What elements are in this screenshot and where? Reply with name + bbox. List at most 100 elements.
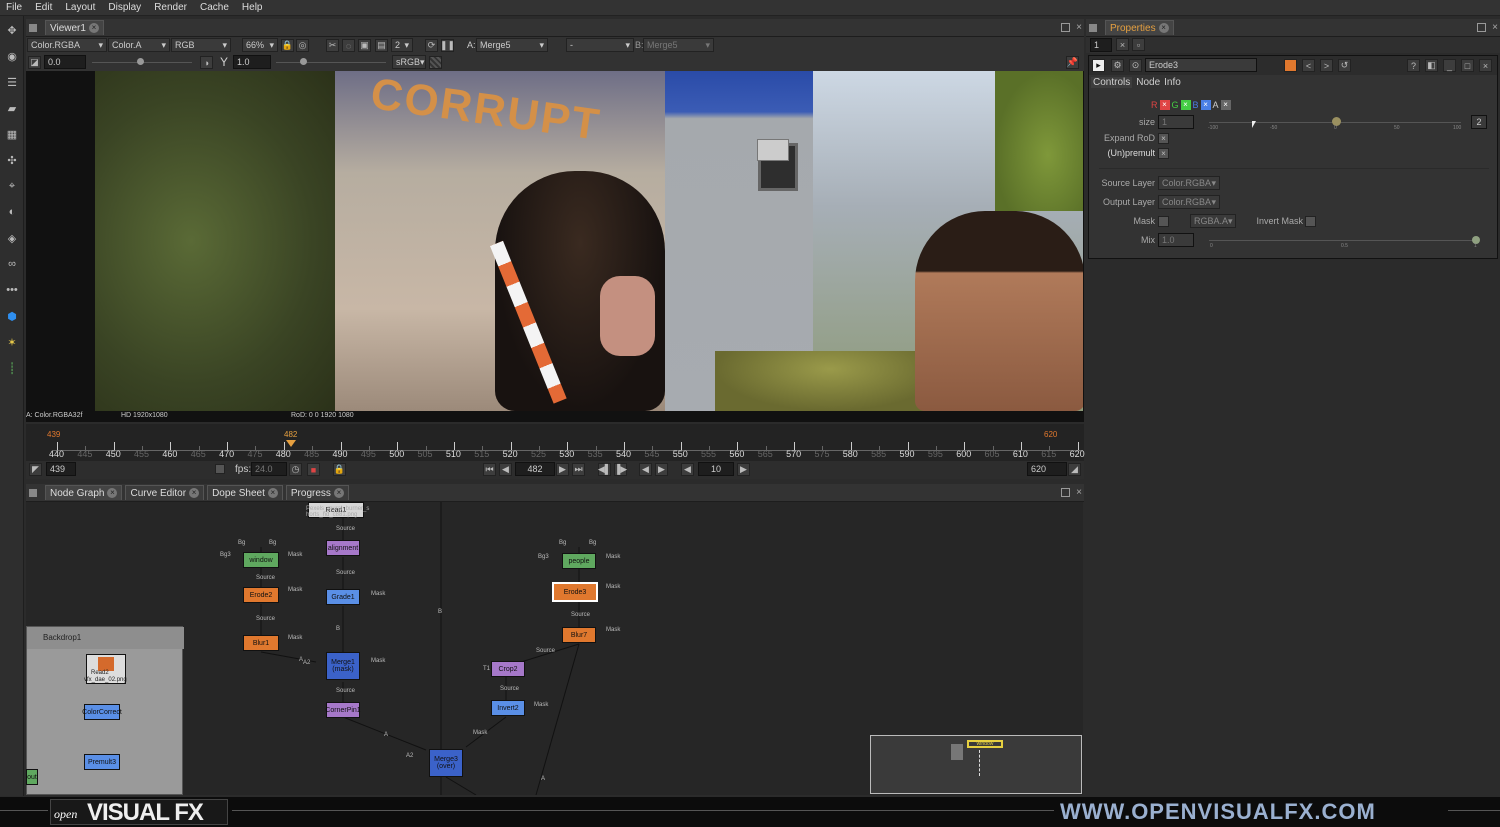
channel-b-checkbox[interactable]: × — [1200, 100, 1211, 110]
tab-progress[interactable]: Progress × — [285, 485, 349, 500]
proxy-dropdown[interactable]: 2 ▾ — [391, 38, 413, 52]
menu-help[interactable]: Help — [242, 2, 263, 13]
revert-icon[interactable]: ↺ — [1338, 59, 1351, 72]
time-nodes-icon[interactable]: ▰ — [4, 100, 20, 116]
source-layer-dropdown[interactable]: Color.RGBA ▾ — [1158, 176, 1220, 190]
pointer-tool-icon[interactable]: ✥ — [4, 22, 20, 38]
keyer-nodes-icon[interactable]: ◐ — [4, 204, 20, 220]
views-nodes-icon[interactable]: ••• — [4, 282, 20, 298]
other-nodes-icon[interactable]: ┊ — [4, 360, 20, 376]
panel-menu-icon[interactable] — [1089, 23, 1097, 32]
next-frame-icon[interactable]: ▶ — [655, 463, 668, 476]
node-premult[interactable]: Premult3 — [84, 754, 120, 770]
merge-nodes-icon[interactable]: ◈ — [4, 230, 20, 246]
node-graph-minimap[interactable]: window — [870, 735, 1082, 794]
redo-icon[interactable]: > — [1320, 59, 1333, 72]
node-crop2[interactable]: Crop2 — [491, 661, 525, 677]
close-panel-icon[interactable]: × — [1076, 487, 1082, 498]
play-backward-icon[interactable]: ◀ — [499, 463, 512, 476]
node-color-swatch[interactable] — [1284, 59, 1297, 72]
channel-g-checkbox[interactable]: × — [1180, 100, 1191, 110]
pause-icon[interactable]: ❚❚ — [440, 39, 455, 52]
float-panel-icon[interactable] — [1061, 23, 1070, 32]
menu-display[interactable]: Display — [108, 2, 141, 13]
subtab-info[interactable]: Info — [1164, 77, 1181, 88]
node-merge-mask[interactable]: Merge1 (mask) — [326, 652, 360, 680]
node-invert2[interactable]: Invert2 — [491, 700, 525, 716]
node-erode3[interactable]: Erode3 — [552, 582, 598, 602]
tab-viewer1[interactable]: Viewer1 × — [45, 20, 104, 35]
menu-file[interactable]: File — [6, 2, 22, 13]
gamma-field[interactable]: 1.0 — [233, 55, 271, 69]
float-panel-icon[interactable] — [1477, 23, 1486, 32]
panel-menu-icon[interactable] — [29, 488, 37, 497]
mask-checkbox[interactable] — [1158, 216, 1169, 227]
output-layer-dropdown[interactable]: Color.RGBA ▾ — [1158, 195, 1220, 209]
zoom-dropdown[interactable]: 66% ▾ — [242, 38, 278, 52]
roi-icon[interactable]: ◎ — [296, 39, 309, 52]
guides-icon[interactable]: ▣ — [358, 39, 371, 52]
in-point-icon[interactable]: ◤ — [29, 463, 42, 476]
alpha-channel-dropdown[interactable]: Color.A ▾ — [108, 38, 170, 52]
max-panels-field[interactable]: 1 — [1090, 38, 1112, 52]
fps-field[interactable]: 24.0 — [251, 462, 287, 476]
node-blur7[interactable]: Blur7 — [562, 627, 596, 643]
channels-layer-dropdown[interactable]: Color.RGBA ▾ — [27, 38, 107, 52]
clipping-icon[interactable]: ✂ — [326, 39, 339, 52]
node-window[interactable]: window — [243, 552, 279, 568]
current-frame-field[interactable]: 482 — [515, 462, 555, 476]
lock-icon[interactable]: 🔒 — [281, 39, 294, 52]
realtime-icon[interactable]: ◷ — [289, 463, 302, 476]
next-keyframe-icon[interactable]: ▐▶ — [614, 463, 627, 476]
close-icon[interactable]: × — [189, 488, 200, 498]
tab-dope-sheet[interactable]: Dope Sheet × — [207, 485, 283, 500]
cache-icon[interactable]: ■ — [307, 463, 320, 476]
display-mode-dropdown[interactable]: RGB ▾ — [171, 38, 231, 52]
filter-nodes-icon[interactable]: ⌖ — [4, 178, 20, 194]
node-alignment[interactable]: alignment — [326, 540, 360, 556]
out-frame-field[interactable]: 620 — [1027, 462, 1067, 476]
size-field[interactable]: 1 — [1158, 115, 1194, 129]
draw-nodes-icon[interactable]: ☰ — [4, 74, 20, 90]
image-nodes-icon[interactable]: ◉ — [4, 48, 20, 64]
first-frame-icon[interactable]: ⏮ — [483, 463, 496, 476]
close-icon[interactable]: × — [1158, 23, 1169, 33]
proxy-icon[interactable]: ▤ — [375, 39, 388, 52]
refresh-icon[interactable]: ⟳ — [425, 39, 438, 52]
maximize-icon[interactable]: □ — [1461, 59, 1474, 72]
lock-range-icon[interactable]: 🔒 — [333, 463, 346, 476]
step-forward-icon[interactable]: ▶ — [737, 463, 750, 476]
undo-icon[interactable]: < — [1302, 59, 1315, 72]
preset-icon[interactable]: ◧ — [1425, 59, 1438, 72]
node-grade1[interactable]: Grade1 — [326, 589, 360, 605]
node-erode2[interactable]: Erode2 — [243, 587, 279, 603]
node-name-field[interactable]: Erode3 — [1145, 58, 1257, 72]
close-icon[interactable]: × — [107, 488, 118, 498]
in-frame-field[interactable]: 439 — [46, 462, 76, 476]
mix-field[interactable]: 1.0 — [1158, 233, 1194, 247]
close-icon[interactable]: × — [333, 488, 344, 498]
minimap-viewport[interactable]: window — [967, 740, 1003, 748]
timeline[interactable]: 440 445 450 455 460 465 470 475 480 485 490 495 500 5… — [26, 424, 1085, 461]
tab-curve-editor[interactable]: Curve Editor × — [125, 485, 205, 500]
close-panel-icon[interactable]: × — [1076, 22, 1082, 33]
node-merge3[interactable]: Merge3 (over) — [429, 749, 463, 777]
gain-slider-handle[interactable] — [137, 58, 144, 65]
mask-channel-dropdown[interactable]: RGBA.A ▾ — [1190, 214, 1236, 228]
render-icon[interactable]: ◌ — [342, 39, 355, 52]
increment-field[interactable]: 10 — [698, 462, 734, 476]
playhead-icon[interactable] — [286, 440, 296, 447]
menu-edit[interactable]: Edit — [35, 2, 52, 13]
menu-render[interactable]: Render — [154, 2, 187, 13]
channel-r-checkbox[interactable]: × — [1159, 100, 1170, 110]
expand-rod-checkbox[interactable]: × — [1158, 133, 1169, 144]
close-icon[interactable]: × — [88, 23, 99, 33]
lut-dropdown[interactable]: sRGB ▾ — [392, 55, 426, 69]
tab-node-graph[interactable]: Node Graph × — [45, 485, 123, 500]
collapse-icon[interactable]: ▸ — [1092, 59, 1105, 72]
color-nodes-icon[interactable]: ✣ — [4, 152, 20, 168]
fps-checkbox[interactable] — [215, 464, 225, 474]
gamma-slider[interactable] — [276, 62, 386, 63]
gain-field[interactable]: 0.0 — [44, 55, 86, 69]
checkerboard-icon[interactable] — [429, 56, 442, 69]
